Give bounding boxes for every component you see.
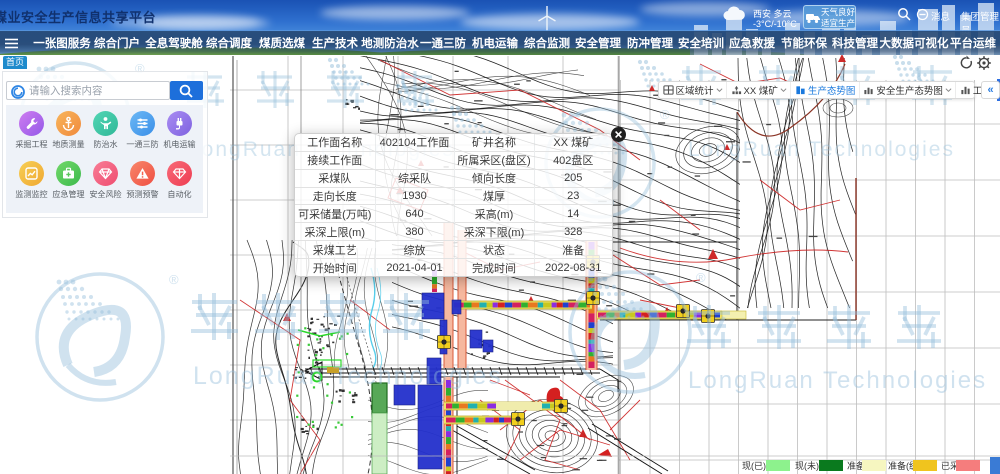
svg-text:®: ® — [169, 272, 179, 287]
